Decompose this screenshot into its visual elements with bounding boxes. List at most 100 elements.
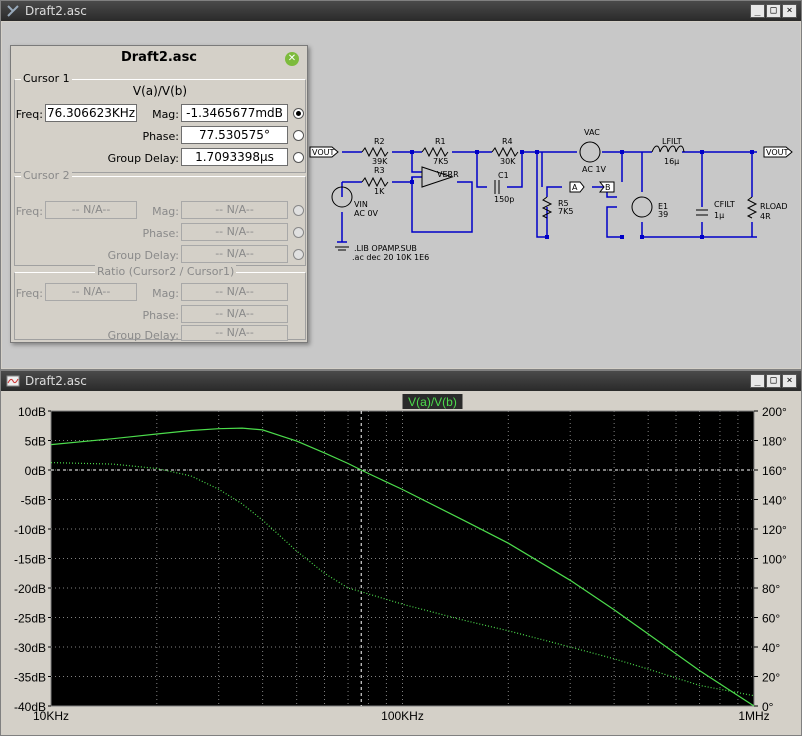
- close-icon[interactable]: ✕: [285, 52, 299, 66]
- cursor2-mag-field[interactable]: -- N/A--: [181, 201, 288, 219]
- ratio-mag-field[interactable]: -- N/A--: [181, 283, 288, 301]
- close-button[interactable]: ×: [782, 4, 797, 18]
- maximize-button[interactable]: □: [766, 4, 781, 18]
- y-right-tick-label: 160°: [762, 464, 787, 478]
- cursor1-gd-radio[interactable]: [293, 152, 304, 163]
- cursor2-label: Cursor 2: [21, 169, 72, 182]
- schematic-canvas[interactable]: VOUT VOUT A B R2 39K R3 1K R1 7K5 R4 30K…: [2, 22, 800, 368]
- rload-value: 4R: [760, 212, 771, 221]
- schematic-components: [331, 141, 758, 251]
- cursor2-mag-radio[interactable]: [293, 205, 304, 216]
- cursor2-phase-label: Phase:: [142, 227, 179, 240]
- c1-label: C1: [498, 171, 509, 180]
- minimize-button[interactable]: _: [750, 374, 765, 388]
- schematic-title: Draft2.asc: [25, 4, 87, 18]
- cursor2-group: Cursor 2 Freq: -- N/A-- Mag: -- N/A-- Ph…: [14, 169, 306, 266]
- e1-symbol: [631, 196, 653, 218]
- schematic-window: Draft2.asc _ □ × VOUT VOUT A B R2 39K R3…: [0, 0, 802, 370]
- r1-symbol: [421, 146, 449, 158]
- r4-label: R4: [502, 137, 513, 146]
- vac-value: AC 1V: [582, 165, 607, 174]
- maximize-button[interactable]: □: [766, 374, 781, 388]
- ltspice-icon: [7, 5, 19, 17]
- y-right-tick-label: 200°: [762, 405, 787, 419]
- cursor1-mag-radio[interactable]: [293, 108, 304, 119]
- y-right-tick-label: 180°: [762, 435, 787, 449]
- lfilt-label: LFILT: [662, 137, 682, 146]
- vin-label: VIN: [354, 200, 368, 209]
- waveform-pane[interactable]: 10dB 5dB 0dB -5dB -10dB -15dB -20dB -25dB -30dB -…: [2, 392, 800, 735]
- cursor2-gd-radio[interactable]: [293, 249, 304, 260]
- close-button[interactable]: ×: [782, 374, 797, 388]
- y-right-tick-label: 40°: [762, 641, 780, 655]
- cursor1-gd-field[interactable]: 1.7093398µs: [181, 148, 288, 166]
- cursor1-mag-label: Mag:: [152, 108, 179, 121]
- cfilt-symbol: [696, 209, 708, 216]
- cursor1-phase-field[interactable]: 77.530575°: [181, 126, 288, 144]
- y-right-tick-label: 120°: [762, 523, 787, 537]
- minimize-button[interactable]: _: [750, 4, 765, 18]
- y-right-tick-label: 20°: [762, 671, 780, 685]
- waveform-icon: [6, 375, 20, 387]
- cursor1-phase-radio[interactable]: [293, 130, 304, 141]
- trace-expression: V(a)/V(b): [132, 84, 188, 98]
- cursor2-mag-label: Mag:: [152, 205, 179, 218]
- y-left-tick-label: 5dB: [25, 435, 46, 449]
- cfilt-value: 1µ: [714, 211, 724, 220]
- r1-value: 7K5: [433, 157, 448, 166]
- ratio-gd-field[interactable]: -- N/A--: [181, 325, 288, 341]
- r2-value: 39K: [372, 157, 388, 166]
- cursor2-phase-radio[interactable]: [293, 227, 304, 238]
- verr-label: VERR: [437, 170, 459, 179]
- x-tick-label: 10KHz: [33, 709, 69, 723]
- ratio-group: Ratio (Cursor2 / Cursor1) Freq: -- N/A--…: [14, 265, 306, 342]
- cursor1-freq-field[interactable]: 76.306623KHz: [45, 104, 137, 122]
- vac-symbol: [579, 141, 601, 163]
- cursor1-group: Cursor 1 V(a)/V(b) Freq: 76.306623KHz Ma…: [14, 72, 306, 173]
- r3-label: R3: [374, 166, 385, 175]
- y-left-tick-label: -30dB: [14, 641, 46, 655]
- waveform-title: Draft2.asc: [25, 374, 87, 388]
- cursor1-mag-field[interactable]: -1.3465677mdB: [181, 104, 288, 122]
- bode-plot[interactable]: 10dB 5dB 0dB -5dB -10dB -15dB -20dB -25dB -30dB -…: [2, 392, 800, 735]
- trace-title: V(a)/V(b): [408, 395, 457, 409]
- r3-value: 1K: [374, 187, 385, 196]
- cursor2-gd-field[interactable]: -- N/A--: [181, 245, 288, 263]
- rload-symbol: [746, 196, 758, 219]
- waveform-window: Draft2.asc _ □ × 10dB 5dB 0dB -5dB -10dB -15d…: [0, 370, 802, 736]
- cursor2-freq-label: Freq:: [15, 205, 43, 218]
- cursor1-phase-label: Phase:: [142, 130, 179, 143]
- cursor2-phase-field[interactable]: -- N/A--: [181, 223, 288, 241]
- e1-value: 39: [658, 210, 668, 219]
- r3-symbol: [361, 176, 389, 188]
- port-b-text: B: [605, 183, 611, 192]
- r5-value: 7K5: [558, 207, 573, 216]
- cursor2-freq-field[interactable]: -- N/A--: [45, 201, 137, 219]
- port-a: A: [569, 181, 585, 193]
- spice-directive-lib[interactable]: .LIB OPAMP.SUB: [354, 244, 417, 253]
- y-left-tick-label: -25dB: [14, 612, 46, 626]
- y-right-tick-label: 60°: [762, 612, 780, 626]
- y-right-tick-label: 80°: [762, 582, 780, 596]
- ratio-gd-label: Group Delay:: [107, 329, 179, 342]
- y-left-tick-label: -10dB: [14, 523, 46, 537]
- ratio-freq-field[interactable]: -- N/A--: [45, 283, 137, 301]
- schematic-titlebar[interactable]: Draft2.asc _ □ ×: [1, 1, 801, 21]
- lfilt-symbol: [651, 145, 685, 153]
- y-right-tick-label: 100°: [762, 553, 787, 567]
- ratio-phase-field[interactable]: -- N/A--: [181, 305, 288, 323]
- net-label-vout-out: VOUT: [763, 146, 793, 158]
- lfilt-value: 16µ: [664, 157, 679, 166]
- y-right-tick-label: 140°: [762, 494, 787, 508]
- ratio-mag-label: Mag:: [152, 287, 179, 300]
- vout-in-text: VOUT: [312, 148, 334, 157]
- spice-directive-ac[interactable]: .ac dec 20 10K 1E6: [352, 253, 429, 262]
- y-left-tick-label: 0dB: [25, 464, 46, 478]
- rload-label: RLOAD: [760, 202, 788, 211]
- waveform-titlebar[interactable]: Draft2.asc _ □ ×: [1, 371, 801, 391]
- y-left-tick-label: -5dB: [21, 494, 46, 508]
- cfilt-label: CFILT: [714, 200, 735, 209]
- net-label-vout-in: VOUT: [309, 146, 339, 158]
- cursor-dialog: Draft2.asc ✕ Cursor 1 V(a)/V(b) Freq: 76…: [10, 45, 308, 343]
- x-tick-label: 100KHz: [381, 709, 424, 723]
